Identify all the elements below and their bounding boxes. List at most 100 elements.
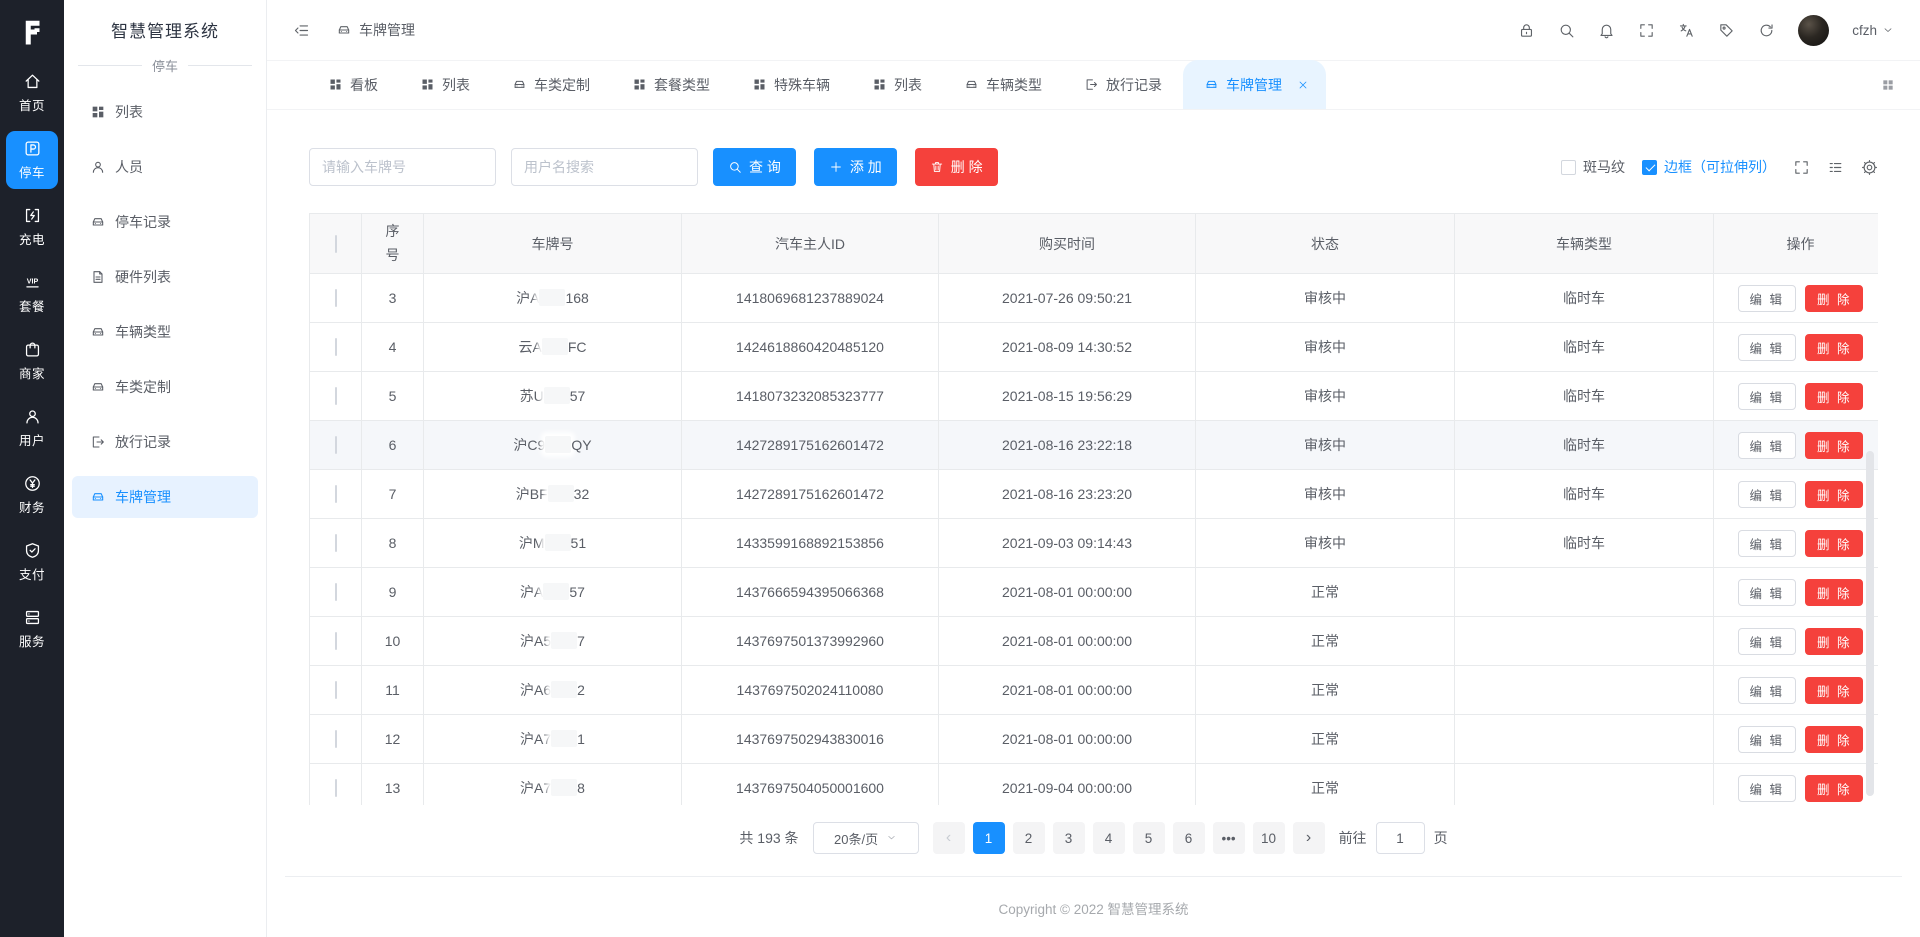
- row-delete-button[interactable]: 删 除: [1805, 726, 1863, 753]
- sidebar-item-人员[interactable]: 人员: [72, 146, 258, 188]
- lock-icon[interactable]: [1518, 22, 1535, 39]
- tab-车辆类型[interactable]: 车辆类型: [943, 60, 1063, 109]
- tab-options-button[interactable]: [1880, 77, 1896, 93]
- row-checkbox[interactable]: [335, 387, 337, 405]
- row-edit-button[interactable]: 编 辑: [1738, 579, 1796, 606]
- search-button[interactable]: 查 询: [713, 148, 796, 186]
- row-edit-button[interactable]: 编 辑: [1738, 334, 1796, 361]
- sidebar-item-车辆类型[interactable]: 车辆类型: [72, 311, 258, 353]
- rail-item-停车[interactable]: 停车: [6, 131, 58, 189]
- sidebar-item-放行记录[interactable]: 放行记录: [72, 421, 258, 463]
- sidebar-item-停车记录[interactable]: 停车记录: [72, 201, 258, 243]
- gear-icon[interactable]: [1861, 159, 1878, 176]
- row-delete-button[interactable]: 删 除: [1805, 334, 1863, 361]
- sidebar-item-列表[interactable]: 列表: [72, 91, 258, 133]
- page-button-2[interactable]: 2: [1013, 822, 1045, 854]
- rail-item-服务[interactable]: 服务: [6, 600, 58, 658]
- row-delete-button[interactable]: 删 除: [1805, 383, 1863, 410]
- table-scrollbar[interactable]: [1866, 451, 1874, 796]
- row-edit-button[interactable]: 编 辑: [1738, 726, 1796, 753]
- user-menu[interactable]: cfzh: [1852, 23, 1894, 38]
- row-delete-button[interactable]: 删 除: [1805, 285, 1863, 312]
- page-button-1[interactable]: 1: [973, 822, 1005, 854]
- row-delete-button[interactable]: 删 除: [1805, 481, 1863, 508]
- rail-item-首页[interactable]: 首页: [6, 64, 58, 122]
- row-checkbox[interactable]: [335, 534, 337, 552]
- app-logo[interactable]: [0, 0, 64, 64]
- tab-放行记录[interactable]: 放行记录: [1063, 60, 1183, 109]
- cell-select: [310, 470, 362, 519]
- select-all-checkbox[interactable]: [335, 235, 337, 253]
- row-checkbox[interactable]: [335, 583, 337, 601]
- row-checkbox[interactable]: [335, 681, 337, 699]
- rail-item-财务[interactable]: 财务: [6, 466, 58, 524]
- more-pages-button[interactable]: •••: [1213, 822, 1245, 854]
- next-page-button[interactable]: ›: [1293, 822, 1325, 854]
- zebra-stripe-toggle[interactable]: 斑马纹: [1561, 157, 1625, 177]
- fullscreen-icon[interactable]: [1793, 159, 1810, 176]
- page-button-3[interactable]: 3: [1053, 822, 1085, 854]
- row-checkbox[interactable]: [335, 338, 337, 356]
- goto-page-input[interactable]: [1376, 822, 1425, 854]
- row-checkbox[interactable]: [335, 779, 337, 797]
- tab-列表[interactable]: 列表: [851, 60, 943, 109]
- border-toggle[interactable]: 边框（可拉伸列）: [1642, 157, 1776, 177]
- row-checkbox[interactable]: [335, 485, 337, 503]
- row-delete-button[interactable]: 删 除: [1805, 775, 1863, 802]
- row-checkbox[interactable]: [335, 289, 337, 307]
- page-button-5[interactable]: 5: [1133, 822, 1165, 854]
- page-size-select[interactable]: 20条/页: [813, 822, 919, 854]
- user-avatar[interactable]: [1798, 15, 1829, 46]
- row-checkbox[interactable]: [335, 632, 337, 650]
- rail-item-商家[interactable]: 商家: [6, 332, 58, 390]
- add-button[interactable]: 添 加: [814, 148, 897, 186]
- sidebar-item-硬件列表[interactable]: 硬件列表: [72, 256, 258, 298]
- tab-车牌管理[interactable]: 车牌管理: [1183, 60, 1326, 109]
- collapse-sidebar-button[interactable]: [293, 22, 310, 39]
- row-edit-button[interactable]: 编 辑: [1738, 285, 1796, 312]
- row-edit-button[interactable]: 编 辑: [1738, 628, 1796, 655]
- zebra-checkbox[interactable]: [1561, 160, 1576, 175]
- row-delete-button[interactable]: 删 除: [1805, 677, 1863, 704]
- fullscreen-icon[interactable]: [1638, 22, 1655, 39]
- row-checkbox[interactable]: [335, 730, 337, 748]
- rail-item-充电[interactable]: 充电: [6, 198, 58, 256]
- tab-车类定制[interactable]: 车类定制: [491, 60, 611, 109]
- tab-看板[interactable]: 看板: [307, 60, 399, 109]
- bell-icon[interactable]: [1598, 22, 1615, 39]
- row-edit-button[interactable]: 编 辑: [1738, 530, 1796, 557]
- prev-page-button[interactable]: ‹: [933, 822, 965, 854]
- row-edit-button[interactable]: 编 辑: [1738, 677, 1796, 704]
- page-button-10[interactable]: 10: [1253, 822, 1285, 854]
- tab-套餐类型[interactable]: 套餐类型: [611, 60, 731, 109]
- table-row: 9沪A5714376665943950663682021-08-01 00:00…: [310, 568, 1879, 617]
- sidebar-item-车牌管理[interactable]: 车牌管理: [72, 476, 258, 518]
- close-icon[interactable]: [1293, 79, 1305, 91]
- border-checkbox[interactable]: [1642, 160, 1657, 175]
- page-button-6[interactable]: 6: [1173, 822, 1205, 854]
- row-delete-button[interactable]: 删 除: [1805, 628, 1863, 655]
- list-settings-icon[interactable]: [1827, 159, 1844, 176]
- rail-item-用户[interactable]: 用户: [6, 399, 58, 457]
- page-button-4[interactable]: 4: [1093, 822, 1125, 854]
- delete-button[interactable]: 删 除: [915, 148, 998, 186]
- row-checkbox[interactable]: [335, 436, 337, 454]
- row-edit-button[interactable]: 编 辑: [1738, 432, 1796, 459]
- sidebar-item-车类定制[interactable]: 车类定制: [72, 366, 258, 408]
- plate-search-input[interactable]: [309, 148, 496, 186]
- tab-列表[interactable]: 列表: [399, 60, 491, 109]
- refresh-icon[interactable]: [1758, 22, 1775, 39]
- tag-icon[interactable]: [1718, 22, 1735, 39]
- translate-icon[interactable]: [1678, 22, 1695, 39]
- row-delete-button[interactable]: 删 除: [1805, 579, 1863, 606]
- tab-特殊车辆[interactable]: 特殊车辆: [731, 60, 851, 109]
- username-search-input[interactable]: [511, 148, 698, 186]
- rail-item-支付[interactable]: 支付: [6, 533, 58, 591]
- row-edit-button[interactable]: 编 辑: [1738, 383, 1796, 410]
- search-icon[interactable]: [1558, 22, 1575, 39]
- row-edit-button[interactable]: 编 辑: [1738, 775, 1796, 802]
- row-delete-button[interactable]: 删 除: [1805, 530, 1863, 557]
- row-edit-button[interactable]: 编 辑: [1738, 481, 1796, 508]
- row-delete-button[interactable]: 删 除: [1805, 432, 1863, 459]
- rail-item-套餐[interactable]: VIP套餐: [6, 265, 58, 323]
